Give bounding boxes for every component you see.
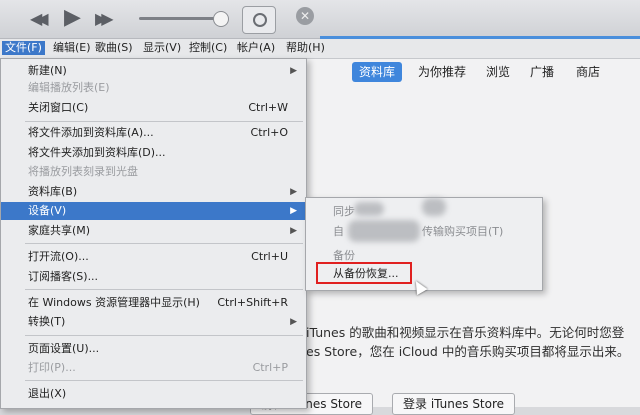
menu-controls[interactable]: 控制(C) [186,41,230,55]
tab-browse[interactable]: 浏览 [486,62,510,82]
menu-item-new[interactable]: 新建(N) ▶ [1,62,306,80]
menu-separator [25,380,303,381]
submenu-item-transfer-purchases: 传输购买项目(T) [422,225,504,238]
shortcut-label: Ctrl+O [250,126,288,139]
menu-item-close-window[interactable]: 关闭窗口(C) Ctrl+W [1,99,306,117]
airplay-icon [253,13,267,27]
menu-edit[interactable]: 编辑(E) [50,41,94,55]
submenu-arrow-icon: ▶ [290,226,297,236]
menu-item-subscribe-podcast[interactable]: 订阅播客(S)... [1,268,306,286]
menu-item-edit-playlist: 编辑播放列表(E) [1,79,306,97]
menu-item-label: 退出(X) [28,387,67,400]
menu-item-open-stream[interactable]: 打开流(O)... Ctrl+U [1,248,306,266]
menu-item-label: 编辑播放列表(E) [28,81,110,94]
menu-separator [25,121,303,122]
submenu-arrow-icon: ▶ [290,317,297,327]
submenu-item-transfer-prefix: 自 [333,225,344,238]
menu-item-label: 将文件添加到资料库(A)... [28,126,154,139]
close-icon[interactable]: ✕ [296,7,314,25]
blurred-region [422,198,446,216]
menu-separator [25,335,303,336]
menu-bar: 文件(F) 编辑(E) 歌曲(S) 显示(V) 控制(C) 帐户(A) 帮助(H… [0,39,640,59]
menu-item-label: 订阅播客(S)... [28,270,99,283]
airplay-button[interactable] [242,6,276,34]
menu-item-label: 在 Windows 资源管理器中显示(H) [28,296,200,309]
menu-item-label: 设备(V) [28,204,67,217]
menu-item-add-file[interactable]: 将文件添加到资料库(A)... Ctrl+O [1,124,306,142]
submenu-arrow-icon: ▶ [290,66,297,76]
shortcut-label: Ctrl+P [252,361,288,374]
menu-item-page-setup[interactable]: 页面设置(U)... [1,340,306,358]
shortcut-label: Ctrl+U [251,250,288,263]
volume-slider[interactable] [139,17,219,20]
menu-item-burn-playlist: 将播放列表刻录到光盘 [1,163,306,181]
menu-item-label: 打开流(O)... [28,250,89,263]
menu-separator [25,289,303,290]
volume-knob[interactable] [213,11,229,27]
submenu-arrow-icon: ▶ [290,187,297,197]
blurred-device-name [348,220,420,242]
library-message-line1: iTunes 的歌曲和视频显示在音乐资料库中。无论何时您登 [306,325,625,340]
tab-store[interactable]: 商店 [576,62,600,82]
menu-view[interactable]: 显示(V) [140,41,184,55]
file-menu: 新建(N) ▶ 编辑播放列表(E) 关闭窗口(C) Ctrl+W 将文件添加到资… [0,58,307,409]
menu-item-home-sharing[interactable]: 家庭共享(M) ▶ [1,222,306,240]
submenu-arrow-icon: ▶ [290,206,297,216]
submenu-item-sync: 同步 [333,205,355,218]
tab-for-you[interactable]: 为你推荐 [418,62,466,82]
next-track-icon[interactable]: ▶▶ [95,8,113,30]
menu-item-exit[interactable]: 退出(X) [1,385,306,403]
tab-library[interactable]: 资料库 [352,62,403,82]
menu-item-print: 打印(P)... Ctrl+P [1,359,306,377]
menu-help[interactable]: 帮助(H) [283,41,328,55]
menu-account[interactable]: 帐户(A) [234,41,278,55]
menu-item-label: 将文件夹添加到资料库(D)... [28,146,166,159]
menu-item-label: 关闭窗口(C) [28,101,89,114]
menu-separator [25,243,303,244]
menu-item-label: 新建(N) [28,64,67,77]
highlight-annotation [316,262,412,284]
menu-item-convert[interactable]: 转换(T) ▶ [1,313,306,331]
previous-track-icon[interactable]: ◀◀ [30,8,48,30]
menu-item-devices[interactable]: 设备(V) ▶ [1,202,306,220]
menu-file[interactable]: 文件(F) [2,41,45,55]
login-store-button[interactable]: 登录 iTunes Store [392,393,516,415]
menu-item-label: 资料库(B) [28,185,78,198]
library-message-line2: es Store，您在 iCloud 中的音乐购买项目都将显示出来。 [306,344,630,359]
menu-item-label: 将播放列表刻录到光盘 [28,165,138,178]
blurred-device-name [354,202,384,216]
menu-item-add-folder[interactable]: 将文件夹添加到资料库(D)... [1,144,306,162]
play-icon[interactable]: ▶ [64,7,81,29]
menu-item-show-in-explorer[interactable]: 在 Windows 资源管理器中显示(H) Ctrl+Shift+R [1,294,306,312]
menu-item-label: 页面设置(U)... [28,342,100,355]
shortcut-label: Ctrl+Shift+R [217,296,288,309]
menu-item-library[interactable]: 资料库(B) ▶ [1,183,306,201]
shortcut-label: Ctrl+W [248,101,288,114]
menu-item-label: 家庭共享(M) [28,224,91,237]
player-toolbar: ◀◀ ▶ ▶▶ ✕ [0,0,640,39]
tab-radio[interactable]: 广播 [530,62,554,82]
menu-song[interactable]: 歌曲(S) [92,41,136,55]
menu-item-label: 打印(P)... [28,361,76,374]
menu-item-label: 转换(T) [28,315,66,328]
